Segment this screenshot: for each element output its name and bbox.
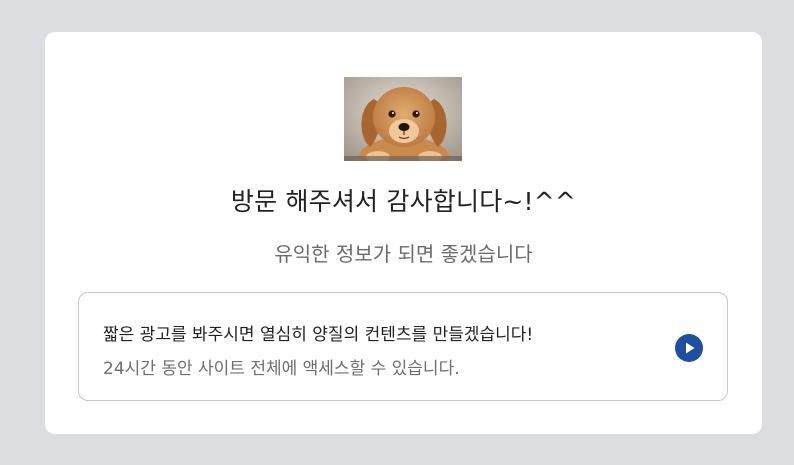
offer-sub-text: 24시간 동안 사이트 전체에 액세스할 수 있습니다. [103, 359, 460, 379]
puppy-image [344, 77, 462, 161]
offer-main-text: 짧은 광고를 봐주시면 열심히 양질의 컨텐츠를 만들겠습니다! [103, 325, 534, 345]
ad-offer-button[interactable]: 짧은 광고를 봐주시면 열심히 양질의 컨텐츠를 만들겠습니다! 24시간 동안… [78, 292, 728, 401]
page-subtitle: 유익한 정보가 되면 좋겠습니다 [274, 242, 533, 266]
page-title: 방문 해주셔서 감사합니다~!^^ [230, 187, 577, 216]
play-icon[interactable] [675, 334, 703, 362]
content-card: 방문 해주셔서 감사합니다~!^^ 유익한 정보가 되면 좋겠습니다 짧은 광고… [45, 32, 762, 434]
